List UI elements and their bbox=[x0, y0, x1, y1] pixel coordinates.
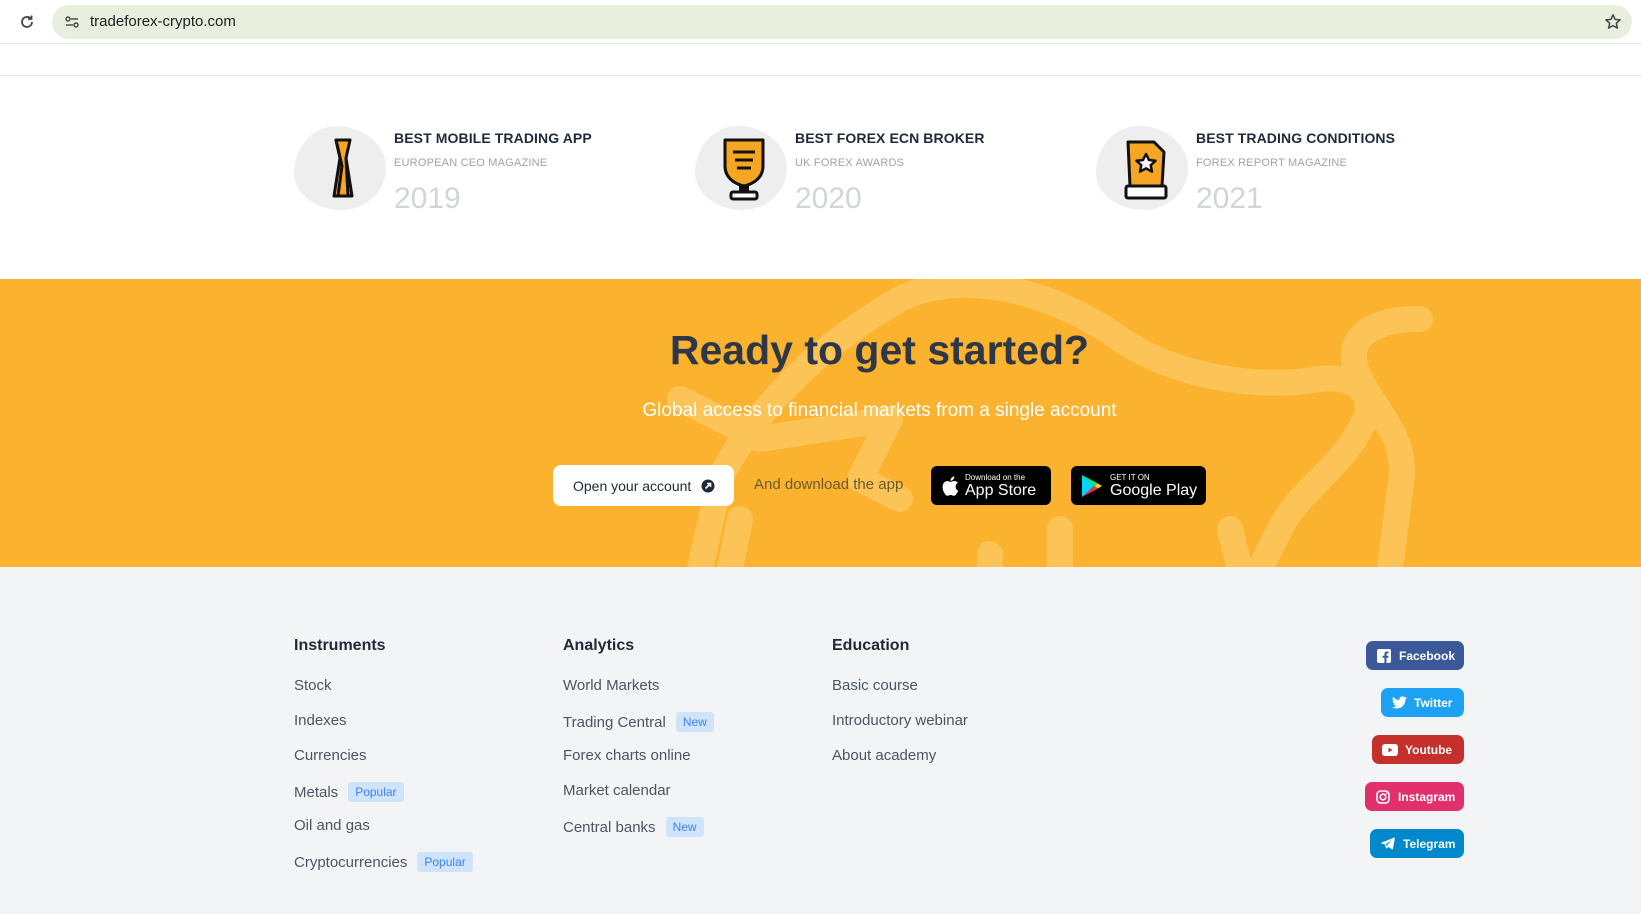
app-store-button[interactable]: Download on the App Store bbox=[931, 466, 1051, 505]
footer-link-currencies[interactable]: Currencies bbox=[294, 747, 367, 764]
award-title: BEST MOBILE TRADING APP bbox=[394, 130, 592, 146]
google-play-big-text: Google Play bbox=[1110, 481, 1198, 499]
facebook-button[interactable]: Facebook bbox=[1366, 641, 1464, 670]
cta-subtitle: Global access to financial markets from … bbox=[642, 400, 1117, 421]
instagram-button[interactable]: Instagram bbox=[1365, 782, 1464, 811]
youtube-icon bbox=[1382, 742, 1398, 758]
twitter-label: Twitter bbox=[1414, 695, 1453, 710]
footer-link-oil-and-gas[interactable]: Oil and gas bbox=[294, 817, 370, 834]
facebook-label: Facebook bbox=[1399, 648, 1456, 663]
trophy-star-icon bbox=[1118, 136, 1172, 202]
award-year: 2020 bbox=[795, 182, 862, 215]
award-year: 2021 bbox=[1196, 182, 1263, 215]
new-badge: New bbox=[675, 712, 714, 732]
telegram-label: Telegram bbox=[1403, 836, 1456, 851]
award-title: BEST TRADING CONDITIONS bbox=[1196, 130, 1396, 146]
google-play-button[interactable]: GET IT ON Google Play bbox=[1071, 466, 1206, 505]
awards-section: BEST MOBILE TRADING APP EUROPEAN CEO MAG… bbox=[0, 76, 1641, 279]
popular-badge: Popular bbox=[417, 852, 473, 872]
footer: Instruments Stock Indexes Currencies Met… bbox=[0, 567, 1641, 914]
award-source: UK FOREX AWARDS bbox=[795, 157, 905, 169]
footer-link-world-markets[interactable]: World Markets bbox=[563, 677, 659, 694]
google-play-icon bbox=[1081, 474, 1103, 498]
cta-section: Ready to get started? Global access to f… bbox=[0, 279, 1641, 567]
bull-watermark-icon bbox=[667, 279, 1433, 567]
footer-link-market-calendar[interactable]: Market calendar bbox=[563, 782, 671, 799]
footer-link-indexes[interactable]: Indexes bbox=[294, 712, 347, 729]
reload-icon[interactable] bbox=[16, 11, 38, 33]
browser-toolbar: tradeforex-crypto.com bbox=[0, 0, 1641, 44]
app-store-small-text: Download on the bbox=[965, 472, 1026, 482]
link-label: Currencies bbox=[294, 747, 367, 764]
footer-link-forex-charts[interactable]: Forex charts online bbox=[563, 747, 691, 764]
link-label: Metals bbox=[294, 783, 339, 801]
telegram-icon bbox=[1380, 836, 1396, 852]
telegram-button[interactable]: Telegram bbox=[1370, 829, 1464, 858]
footer-link-basic-course[interactable]: Basic course bbox=[832, 677, 918, 694]
link-label: About academy bbox=[832, 747, 937, 764]
popular-badge: Popular bbox=[348, 782, 404, 802]
link-label: Indexes bbox=[294, 712, 347, 729]
footer-link-central-banks[interactable]: Central banks New bbox=[563, 817, 704, 837]
award-item: BEST MOBILE TRADING APP EUROPEAN CEO MAG… bbox=[294, 126, 674, 246]
link-label: Introductory webinar bbox=[832, 712, 968, 729]
cta-title: Ready to get started? bbox=[669, 327, 1090, 373]
footer-link-metals[interactable]: Metals Popular bbox=[294, 782, 404, 802]
open-account-label: Open your account bbox=[573, 477, 692, 494]
award-item: BEST TRADING CONDITIONS FOREX REPORT MAG… bbox=[1096, 126, 1476, 246]
link-label: Basic course bbox=[832, 677, 918, 694]
google-play-small-text: GET IT ON bbox=[1110, 472, 1150, 482]
award-item: BEST FOREX ECN BROKER UK FOREX AWARDS 20… bbox=[695, 126, 1075, 246]
footer-column-title: Analytics bbox=[563, 637, 635, 654]
footer-column-title: Instruments bbox=[294, 637, 386, 654]
youtube-label: Youtube bbox=[1405, 742, 1453, 757]
address-bar[interactable]: tradeforex-crypto.com bbox=[52, 5, 1632, 39]
footer-link-cryptocurrencies[interactable]: Cryptocurrencies Popular bbox=[294, 852, 473, 872]
download-app-text: And download the app bbox=[754, 476, 904, 493]
award-source: EUROPEAN CEO MAGAZINE bbox=[394, 157, 548, 169]
trophy-shield-icon bbox=[717, 136, 771, 202]
link-label: Forex charts online bbox=[563, 747, 691, 764]
twitter-button[interactable]: Twitter bbox=[1381, 688, 1464, 717]
trophy-column-icon bbox=[316, 136, 370, 202]
apple-icon bbox=[941, 475, 959, 497]
link-label: Central banks bbox=[563, 818, 656, 836]
link-label: Market calendar bbox=[563, 782, 671, 799]
arrow-circle-icon bbox=[701, 479, 715, 493]
open-account-button[interactable]: Open your account bbox=[553, 465, 734, 506]
award-year: 2019 bbox=[394, 182, 461, 215]
award-title: BEST FOREX ECN BROKER bbox=[795, 130, 985, 146]
award-source: FOREX REPORT MAGAZINE bbox=[1196, 157, 1348, 169]
star-icon[interactable] bbox=[1602, 11, 1624, 33]
footer-link-about-academy[interactable]: About academy bbox=[832, 747, 936, 764]
facebook-icon bbox=[1376, 648, 1392, 664]
app-store-big-text: App Store bbox=[965, 481, 1037, 499]
link-label: Trading Central bbox=[563, 713, 666, 731]
link-label: Cryptocurrencies bbox=[294, 853, 408, 871]
youtube-button[interactable]: Youtube bbox=[1372, 735, 1464, 764]
link-label: World Markets bbox=[563, 677, 660, 694]
link-label: Stock bbox=[294, 677, 332, 694]
twitter-icon bbox=[1391, 695, 1407, 711]
footer-link-trading-central[interactable]: Trading Central New bbox=[563, 712, 714, 732]
url-text[interactable]: tradeforex-crypto.com bbox=[90, 13, 236, 30]
footer-column-title: Education bbox=[832, 637, 910, 654]
new-badge: New bbox=[665, 817, 704, 837]
footer-link-introductory-webinar[interactable]: Introductory webinar bbox=[832, 712, 968, 729]
instagram-label: Instagram bbox=[1398, 789, 1456, 804]
link-label: Oil and gas bbox=[294, 817, 370, 834]
site-settings-icon[interactable] bbox=[60, 10, 84, 34]
footer-link-stock[interactable]: Stock bbox=[294, 677, 332, 694]
instagram-icon bbox=[1375, 789, 1391, 805]
